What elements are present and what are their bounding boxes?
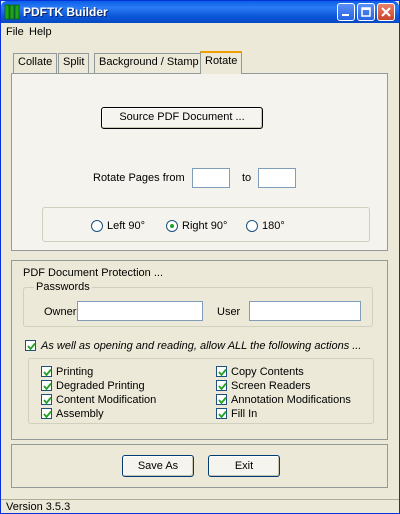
radio-right-90[interactable] bbox=[166, 220, 178, 232]
version-label: Version 3.5.3 bbox=[6, 501, 71, 513]
minimize-button[interactable] bbox=[337, 3, 355, 21]
content-modification-checkbox[interactable] bbox=[41, 394, 52, 405]
screen-readers-label: Screen Readers bbox=[231, 380, 311, 392]
tab-collate[interactable]: Collate bbox=[13, 53, 58, 73]
radio-right-90-label: Right 90° bbox=[182, 220, 228, 232]
check-icon bbox=[218, 410, 227, 419]
fill-in-checkbox[interactable] bbox=[216, 408, 227, 419]
annotation-modifications-checkbox[interactable] bbox=[216, 394, 227, 405]
tab-rotate[interactable]: Rotate bbox=[200, 51, 243, 74]
maximize-icon bbox=[361, 7, 371, 17]
assembly-checkbox[interactable] bbox=[41, 408, 52, 419]
status-bar: Version 3.5.3 bbox=[1, 499, 399, 513]
radio-selected-dot bbox=[170, 224, 174, 228]
rotate-to-input[interactable] bbox=[258, 168, 296, 188]
source-pdf-button[interactable]: Source PDF Document ... bbox=[101, 107, 263, 129]
copy-contents-checkbox[interactable] bbox=[216, 366, 227, 377]
protection-section: PDF Document Protection ... Passwords Ow… bbox=[11, 260, 388, 440]
tab-background-stamp[interactable]: Background / Stamp bbox=[94, 53, 204, 73]
menu-help[interactable]: Help bbox=[26, 25, 55, 39]
assembly-label: Assembly bbox=[56, 408, 104, 420]
check-icon bbox=[43, 410, 52, 419]
allow-actions-checkbox[interactable] bbox=[25, 340, 36, 351]
radio-180[interactable] bbox=[246, 220, 258, 232]
radio-left-90[interactable] bbox=[91, 220, 103, 232]
rotate-from-input[interactable] bbox=[192, 168, 230, 188]
radio-left-90-label: Left 90° bbox=[107, 220, 146, 232]
menu-bar: File Help bbox=[1, 23, 399, 41]
title-bar[interactable]: PDFTK Builder bbox=[1, 1, 399, 23]
degraded-printing-checkbox[interactable] bbox=[41, 380, 52, 391]
maximize-button[interactable] bbox=[357, 3, 375, 21]
allow-actions-label: As well as opening and reading, allow AL… bbox=[41, 340, 362, 352]
window-title: PDFTK Builder bbox=[23, 5, 108, 19]
rotation-direction-group: Left 90° Right 90° 180° bbox=[42, 207, 370, 242]
close-button[interactable] bbox=[377, 3, 395, 21]
app-window: PDFTK Builder File Help Collate Split Ba… bbox=[0, 0, 400, 514]
printing-checkbox[interactable] bbox=[41, 366, 52, 377]
minimize-icon bbox=[342, 14, 349, 16]
app-icon bbox=[4, 4, 20, 20]
user-password-input[interactable] bbox=[249, 301, 361, 321]
check-icon bbox=[43, 382, 52, 391]
tab-split[interactable]: Split bbox=[58, 53, 90, 73]
printing-label: Printing bbox=[56, 366, 94, 378]
permissions-group: Printing Degraded Printing Content Modif… bbox=[28, 358, 374, 424]
copy-contents-label: Copy Contents bbox=[231, 366, 304, 378]
check-icon bbox=[218, 368, 227, 377]
close-icon bbox=[381, 7, 391, 17]
check-icon bbox=[43, 368, 52, 377]
user-label: User bbox=[217, 306, 241, 318]
rotate-to-label: to bbox=[242, 172, 252, 184]
rotate-pages-label: Rotate Pages from bbox=[93, 172, 185, 184]
rotate-tab-panel: Source PDF Document ... Rotate Pages fro… bbox=[11, 73, 388, 251]
degraded-printing-label: Degraded Printing bbox=[56, 380, 145, 392]
check-icon bbox=[27, 342, 36, 351]
actions-section: Save As Exit bbox=[11, 444, 388, 488]
fill-in-label: Fill In bbox=[231, 408, 258, 420]
passwords-group: Passwords Owner User bbox=[23, 280, 373, 327]
check-icon bbox=[218, 382, 227, 391]
protection-title: PDF Document Protection ... bbox=[23, 267, 163, 279]
owner-label: Owner bbox=[44, 306, 77, 318]
exit-button[interactable]: Exit bbox=[208, 455, 280, 477]
content-modification-label: Content Modification bbox=[56, 394, 157, 406]
save-as-button[interactable]: Save As bbox=[122, 455, 194, 477]
check-icon bbox=[218, 396, 227, 405]
check-icon bbox=[43, 396, 52, 405]
annotation-modifications-label: Annotation Modifications bbox=[231, 394, 351, 406]
screen-readers-checkbox[interactable] bbox=[216, 380, 227, 391]
passwords-legend: Passwords bbox=[34, 280, 92, 294]
radio-180-label: 180° bbox=[262, 220, 285, 232]
menu-file[interactable]: File bbox=[3, 25, 27, 39]
owner-password-input[interactable] bbox=[77, 301, 203, 321]
